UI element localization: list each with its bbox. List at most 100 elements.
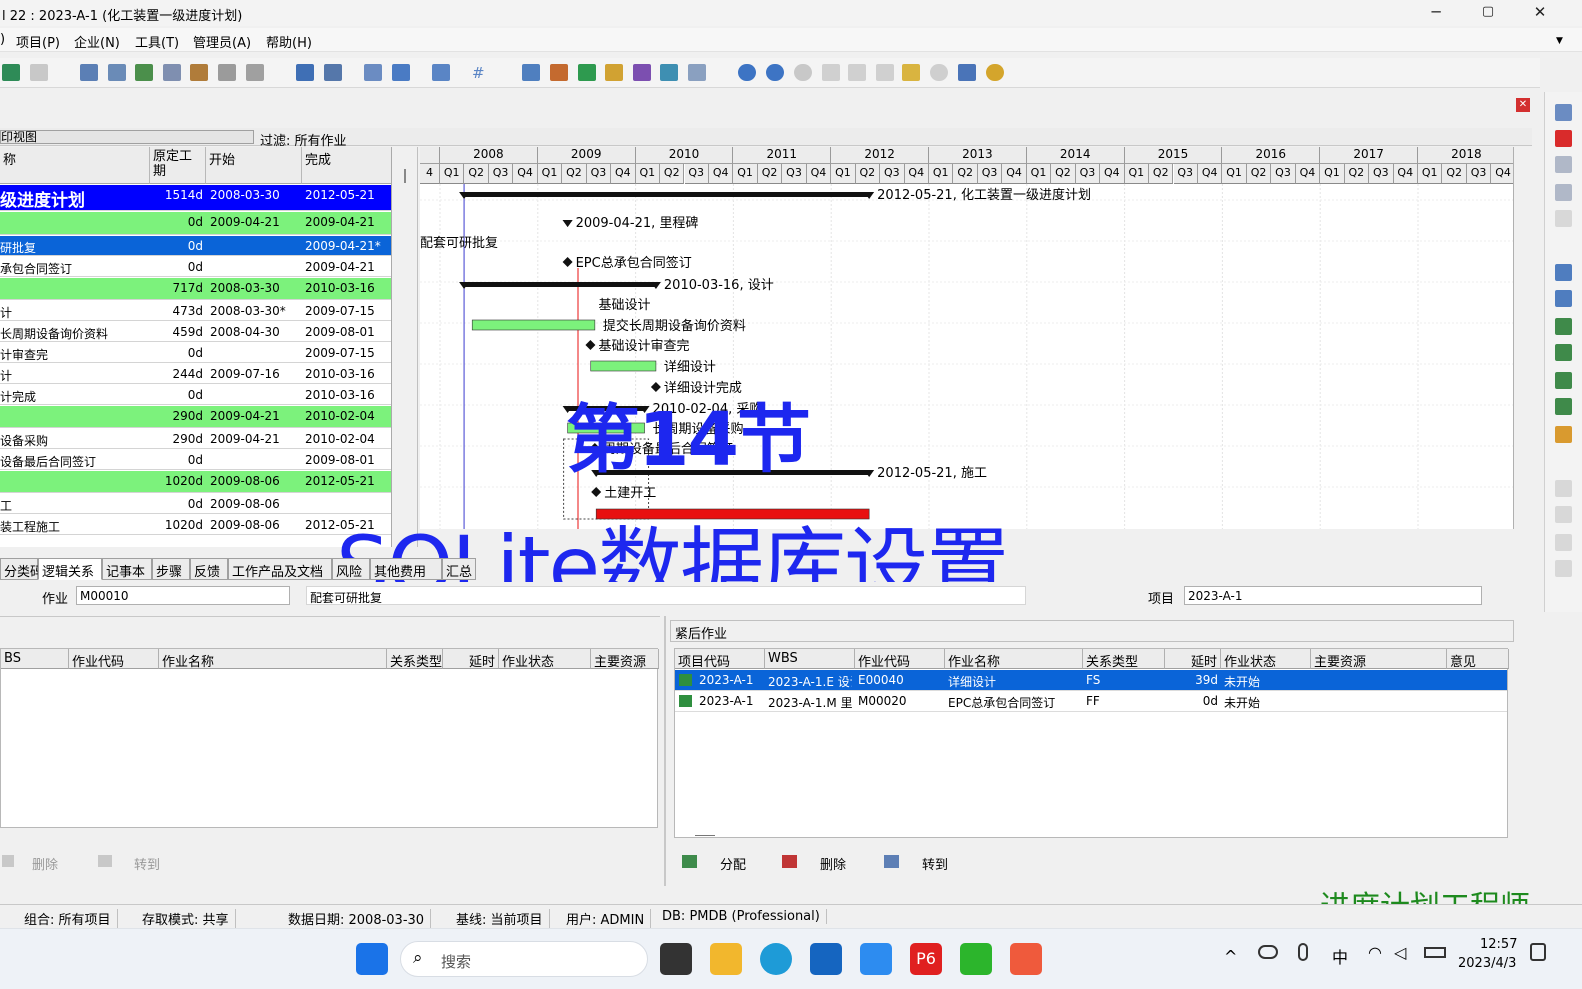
succ-col-resource[interactable]: 主要资源 [1311,649,1447,670]
tab-2[interactable]: 记事本 [102,558,152,580]
zoom-in-icon[interactable] [738,64,756,81]
menu-help[interactable]: 帮助(H) [266,32,312,51]
task-view-icon[interactable] [660,943,692,975]
zoom-fit-icon[interactable] [794,64,812,81]
close-window-button[interactable]: ✕ [1514,0,1566,26]
notebook-icon[interactable] [1555,426,1572,443]
move-left-icon[interactable] [1555,534,1572,551]
clock-date[interactable]: 2023/4/3 [1458,956,1516,971]
menu-enterprise[interactable]: 企业(N) [74,32,120,51]
pred-col-name[interactable]: 作业名称 [159,649,387,670]
table-row[interactable]: 设备采购 290d 2009-04-21 2010-02-04 [0,429,391,449]
layout-name[interactable]: 印视图 [0,130,254,144]
table-row[interactable]: 计 244d 2009-07-16 2010-03-16 [0,364,391,384]
successor-row[interactable]: 2023-A-1 2023-A-1.E 设计 E00040 详细设计 FS 39d 未开始 [675,670,1507,691]
wifi-icon[interactable]: ◠ [1368,943,1382,962]
mic-icon[interactable] [1298,943,1308,961]
activity-name-field[interactable]: 配套可研批复 [306,586,1026,605]
edge-icon[interactable] [760,943,792,975]
grid-scrollbar[interactable] [392,147,418,547]
succ-col-wbs[interactable]: WBS [765,649,855,669]
comment-icon[interactable] [902,64,920,81]
report-icon[interactable] [688,64,706,81]
assign-step-icon[interactable] [1555,398,1572,415]
network-icon[interactable] [218,64,236,81]
timescale-icon[interactable] [364,64,382,81]
tab-5[interactable]: 工作产品及文档 [228,558,332,580]
table-row[interactable]: 承包合同签订 0d 2009-04-21 [0,257,391,277]
link-icon[interactable] [2,64,20,81]
close-panel-icon[interactable]: ✕ [1516,98,1530,112]
table-row[interactable]: 设备最后合同签订 0d 2009-08-01 [0,450,391,470]
tab-6[interactable]: 风险 [332,558,370,580]
app-icon[interactable] [860,943,892,975]
table-row[interactable]: 0d 2009-04-21 2009-04-21 [0,212,391,235]
table-row[interactable]: 研批复 0d 2009-04-21* [0,236,391,256]
progress-icon[interactable] [246,64,264,81]
green-app-icon[interactable] [960,943,992,975]
move-right-icon[interactable] [1555,560,1572,577]
tab-7[interactable]: 其他费用 [370,558,442,580]
milestone-icon[interactable] [848,64,866,81]
layout-icon[interactable] [108,64,126,81]
start-icon[interactable] [356,943,388,975]
menu-tools[interactable]: 工具(T) [135,32,179,51]
assign-successor-icon[interactable] [1555,372,1572,389]
delete-icon[interactable] [1555,130,1572,147]
tray-chevron-icon[interactable]: ^ [1224,947,1237,966]
table-row[interactable]: 290d 2009-04-21 2010-02-04 [0,406,391,428]
schedule-icon[interactable] [522,64,540,81]
pred-col-wbs[interactable]: BS [1,649,69,669]
notification-icon[interactable] [1530,943,1546,961]
menu-project[interactable]: 项目(P) [16,32,60,51]
menu-admin[interactable]: 管理员(A) [193,32,251,51]
table-row[interactable]: 计审查完 0d 2009-07-15 [0,343,391,363]
add-icon[interactable] [1555,104,1572,121]
pred-col-code[interactable]: 作业代码 [69,649,159,670]
bars-icon[interactable] [296,64,314,81]
assistant-icon[interactable] [986,64,1004,81]
assign-resource-icon[interactable] [1555,264,1572,281]
pred-col-type[interactable]: 关系类型 [387,649,443,670]
cloud-icon[interactable] [1258,945,1278,959]
table-row[interactable]: 级进度计划 1514d 2008-03-30 2012-05-21 [0,185,391,211]
col-name[interactable]: 称 [0,147,150,184]
red-app-icon[interactable] [1010,943,1042,975]
assign-role-icon[interactable] [1555,290,1572,307]
col-duration[interactable]: 原定工期 [150,147,206,184]
table-icon[interactable] [163,64,181,81]
zoom-out-icon[interactable] [766,64,784,81]
menu-dropdown-icon[interactable]: ▼ [1556,36,1563,46]
move-up-icon[interactable] [1555,480,1572,497]
succ-col-comment[interactable]: 意见 [1447,649,1509,670]
table-row[interactable]: 工 0d 2009-08-06 [0,494,391,514]
move-down-icon[interactable] [1555,506,1572,523]
table-row[interactable]: 计完成 0d 2010-03-16 [0,385,391,405]
table-row[interactable]: 计 473d 2008-03-30* 2009-07-15 [0,301,391,321]
volume-icon[interactable]: ◁ [1394,943,1406,962]
pred-col-lag[interactable]: 延时 [443,649,499,670]
table-row[interactable]: 装工程施工 1020d 2009-08-06 2012-05-21 [0,515,391,535]
outline-icon[interactable] [822,64,840,81]
chart-icon[interactable] [135,64,153,81]
paste-icon[interactable] [1555,210,1572,227]
minimize-button[interactable]: ─ [1410,0,1462,26]
pred-col-status[interactable]: 作业状态 [499,649,591,670]
store-period-icon[interactable] [578,64,596,81]
tab-8[interactable]: 汇总 [442,558,476,580]
activity-code-field[interactable]: M00010 [76,586,290,605]
succ-col-lag[interactable]: 延时 [1165,649,1221,670]
cut-icon[interactable] [1555,156,1572,173]
send-icon[interactable] [958,64,976,81]
pred-goto-button[interactable]: 转到 [92,850,172,875]
tab-0[interactable]: 分类码 [0,558,43,580]
pred-delete-button[interactable]: 删除 [0,850,80,875]
copy-icon[interactable] [1555,184,1572,201]
succ-col-code[interactable]: 作业代码 [855,649,945,670]
help-icon[interactable] [930,64,948,81]
update-icon[interactable] [633,64,651,81]
summarize-icon[interactable] [660,64,678,81]
goto-button[interactable]: 转到 [882,850,962,875]
baseline-icon[interactable] [605,64,623,81]
resource-icon[interactable] [190,64,208,81]
